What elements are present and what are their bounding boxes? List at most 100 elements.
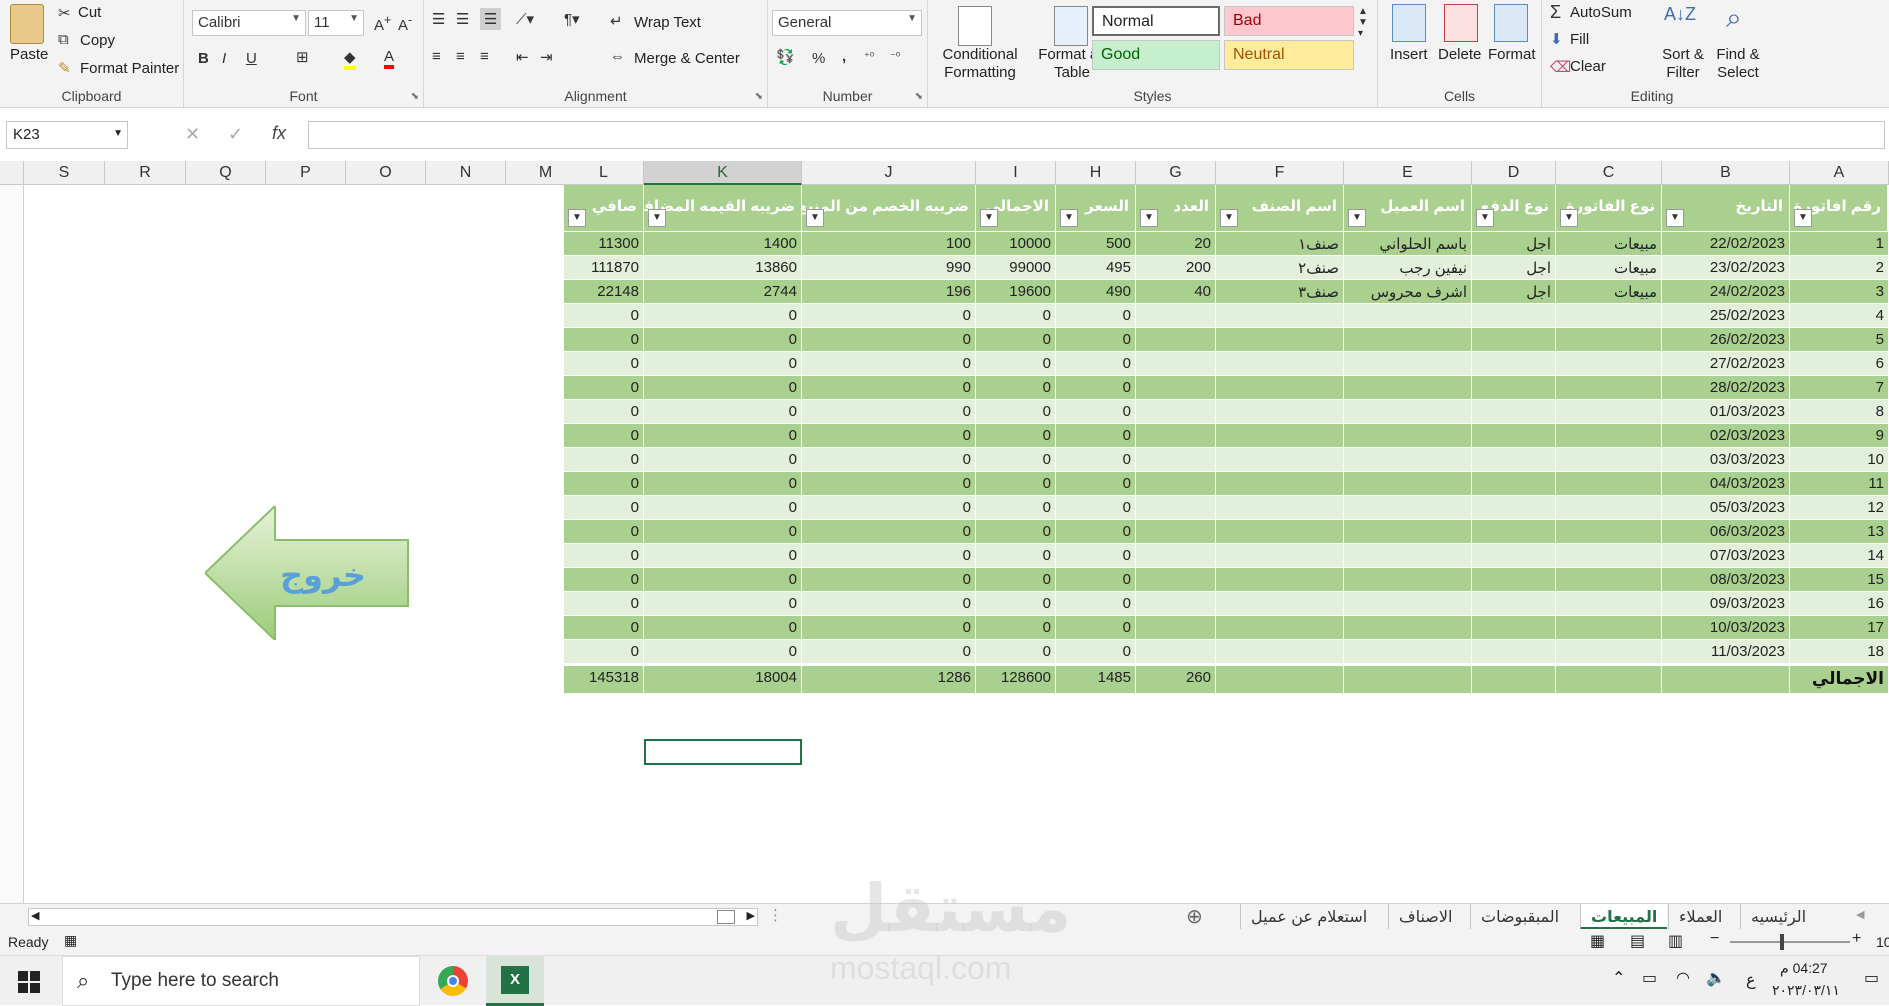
cell-item-name[interactable] (1216, 568, 1344, 592)
scroll-right-icon[interactable]: ▶ (747, 909, 755, 922)
cell-net[interactable]: 0 (564, 472, 644, 496)
filter-dropdown-payment-type[interactable]: ▼ (1476, 209, 1494, 227)
cell-customer-name[interactable] (1344, 520, 1472, 544)
column-header-p[interactable]: P (266, 161, 346, 185)
name-box[interactable]: K23 ▼ (6, 121, 128, 149)
chrome-icon[interactable] (438, 966, 468, 996)
cell-quantity[interactable] (1136, 352, 1216, 376)
column-header-f[interactable]: F (1216, 161, 1344, 185)
cell-quantity[interactable]: 20 (1136, 232, 1216, 256)
cell-withholding-tax[interactable]: 0 (802, 496, 976, 520)
cell-invoice-type[interactable] (1556, 448, 1662, 472)
cell-customer-name[interactable] (1344, 544, 1472, 568)
cell-quantity[interactable] (1136, 496, 1216, 520)
cell-quantity[interactable] (1136, 640, 1216, 664)
cell-payment-type[interactable] (1472, 616, 1556, 640)
cell-withholding-tax[interactable]: 0 (802, 544, 976, 568)
cell-payment-type[interactable] (1472, 400, 1556, 424)
cell-customer-name[interactable]: اشرف محروس (1344, 280, 1472, 304)
cell-customer-name[interactable] (1344, 496, 1472, 520)
fill-color-icon[interactable]: ◆ (344, 48, 356, 70)
paste-icon[interactable] (10, 4, 44, 44)
total-label[interactable]: الاجمالي (1790, 666, 1889, 694)
cell-customer-name[interactable] (1344, 352, 1472, 376)
filter-dropdown-quantity[interactable]: ▼ (1140, 209, 1158, 227)
cell-vat[interactable]: 13860 (644, 256, 802, 280)
page-break-icon[interactable]: ▥ (1668, 931, 1683, 951)
clear-button[interactable]: Clear (1570, 58, 1606, 75)
tab-customers[interactable]: العملاء (1668, 904, 1732, 930)
column-header-h[interactable]: H (1056, 161, 1136, 185)
excel-taskbar-item[interactable]: X (486, 956, 544, 1006)
cut-button[interactable]: Cut (78, 4, 101, 21)
cell-invoice-no[interactable]: 2 (1790, 256, 1889, 280)
cell-customer-name[interactable] (1344, 592, 1472, 616)
cell-total[interactable]: 0 (976, 496, 1056, 520)
cell-net[interactable]: 0 (564, 640, 644, 664)
cell-price[interactable]: 0 (1056, 544, 1136, 568)
cell-date[interactable]: 06/03/2023 (1662, 520, 1790, 544)
cell-date[interactable]: 23/02/2023 (1662, 256, 1790, 280)
cell-item-name[interactable] (1216, 496, 1344, 520)
cell-invoice-type[interactable]: مبيعات (1556, 232, 1662, 256)
cell-withholding-tax[interactable]: 0 (802, 520, 976, 544)
cell-total[interactable]: 0 (976, 400, 1056, 424)
cell-item-name[interactable] (1216, 520, 1344, 544)
scroll-thumb[interactable] (717, 910, 735, 924)
cell-invoice-no[interactable]: 6 (1790, 352, 1889, 376)
total-withholding[interactable]: 1286 (802, 666, 976, 694)
cell-withholding-tax[interactable]: 0 (802, 640, 976, 664)
cell-payment-type[interactable] (1472, 376, 1556, 400)
column-header-e[interactable]: E (1344, 161, 1472, 185)
bold-button[interactable]: B (198, 50, 209, 67)
cell-total[interactable]: 0 (976, 448, 1056, 472)
font-color-icon[interactable]: A (384, 48, 395, 69)
cell-quantity[interactable] (1136, 592, 1216, 616)
cell-item-name[interactable] (1216, 424, 1344, 448)
cell-total[interactable]: 0 (976, 616, 1056, 640)
cell-withholding-tax[interactable]: 990 (802, 256, 976, 280)
cell-net[interactable]: 0 (564, 328, 644, 352)
cell-quantity[interactable] (1136, 568, 1216, 592)
cell-item-name[interactable] (1216, 448, 1344, 472)
cell-withholding-tax[interactable]: 196 (802, 280, 976, 304)
column-header-c[interactable]: C (1556, 161, 1662, 185)
total-empty-cell[interactable] (1344, 666, 1472, 694)
cell-vat[interactable]: 0 (644, 448, 802, 472)
cell-price[interactable]: 0 (1056, 424, 1136, 448)
cell-withholding-tax[interactable]: 0 (802, 592, 976, 616)
cell-vat[interactable]: 0 (644, 424, 802, 448)
increase-decimal-icon[interactable]: ⁺⁰ (864, 50, 874, 63)
cell-quantity[interactable] (1136, 376, 1216, 400)
dialog-launcher-icon[interactable]: ⬊ (411, 91, 419, 102)
cell-item-name[interactable] (1216, 352, 1344, 376)
cell-price[interactable]: 0 (1056, 568, 1136, 592)
cell-payment-type[interactable] (1472, 424, 1556, 448)
cell-withholding-tax[interactable]: 0 (802, 616, 976, 640)
tray-chevron-icon[interactable]: ⌃ (1612, 968, 1625, 988)
total-empty-cell[interactable] (1662, 666, 1790, 694)
cell-quantity[interactable]: 40 (1136, 280, 1216, 304)
scroll-left-icon[interactable]: ◀ (31, 909, 39, 922)
insert-button[interactable]: Insert (1390, 46, 1428, 63)
zoom-out-icon[interactable]: − (1710, 930, 1719, 948)
column-header-g[interactable]: G (1136, 161, 1216, 185)
selected-cell[interactable] (644, 739, 802, 765)
merge-center-button[interactable]: Merge & Center (634, 50, 740, 67)
cell-net[interactable]: 0 (564, 616, 644, 640)
cell-date[interactable]: 08/03/2023 (1662, 568, 1790, 592)
cell-payment-type[interactable]: اجل (1472, 280, 1556, 304)
cell-item-name[interactable] (1216, 616, 1344, 640)
cell-customer-name[interactable] (1344, 640, 1472, 664)
wifi-icon[interactable]: ◠ (1676, 968, 1690, 988)
cell-date[interactable]: 11/03/2023 (1662, 640, 1790, 664)
cell-invoice-no[interactable]: 11 (1790, 472, 1889, 496)
style-bad[interactable]: Bad (1224, 6, 1354, 36)
align-left-icon[interactable]: ≡ (432, 48, 441, 65)
total-empty-cell[interactable] (1556, 666, 1662, 694)
cell-quantity[interactable] (1136, 400, 1216, 424)
cell-date[interactable]: 07/03/2023 (1662, 544, 1790, 568)
cell-total[interactable]: 10000 (976, 232, 1056, 256)
cell-total[interactable]: 0 (976, 328, 1056, 352)
cell-customer-name[interactable] (1344, 472, 1472, 496)
